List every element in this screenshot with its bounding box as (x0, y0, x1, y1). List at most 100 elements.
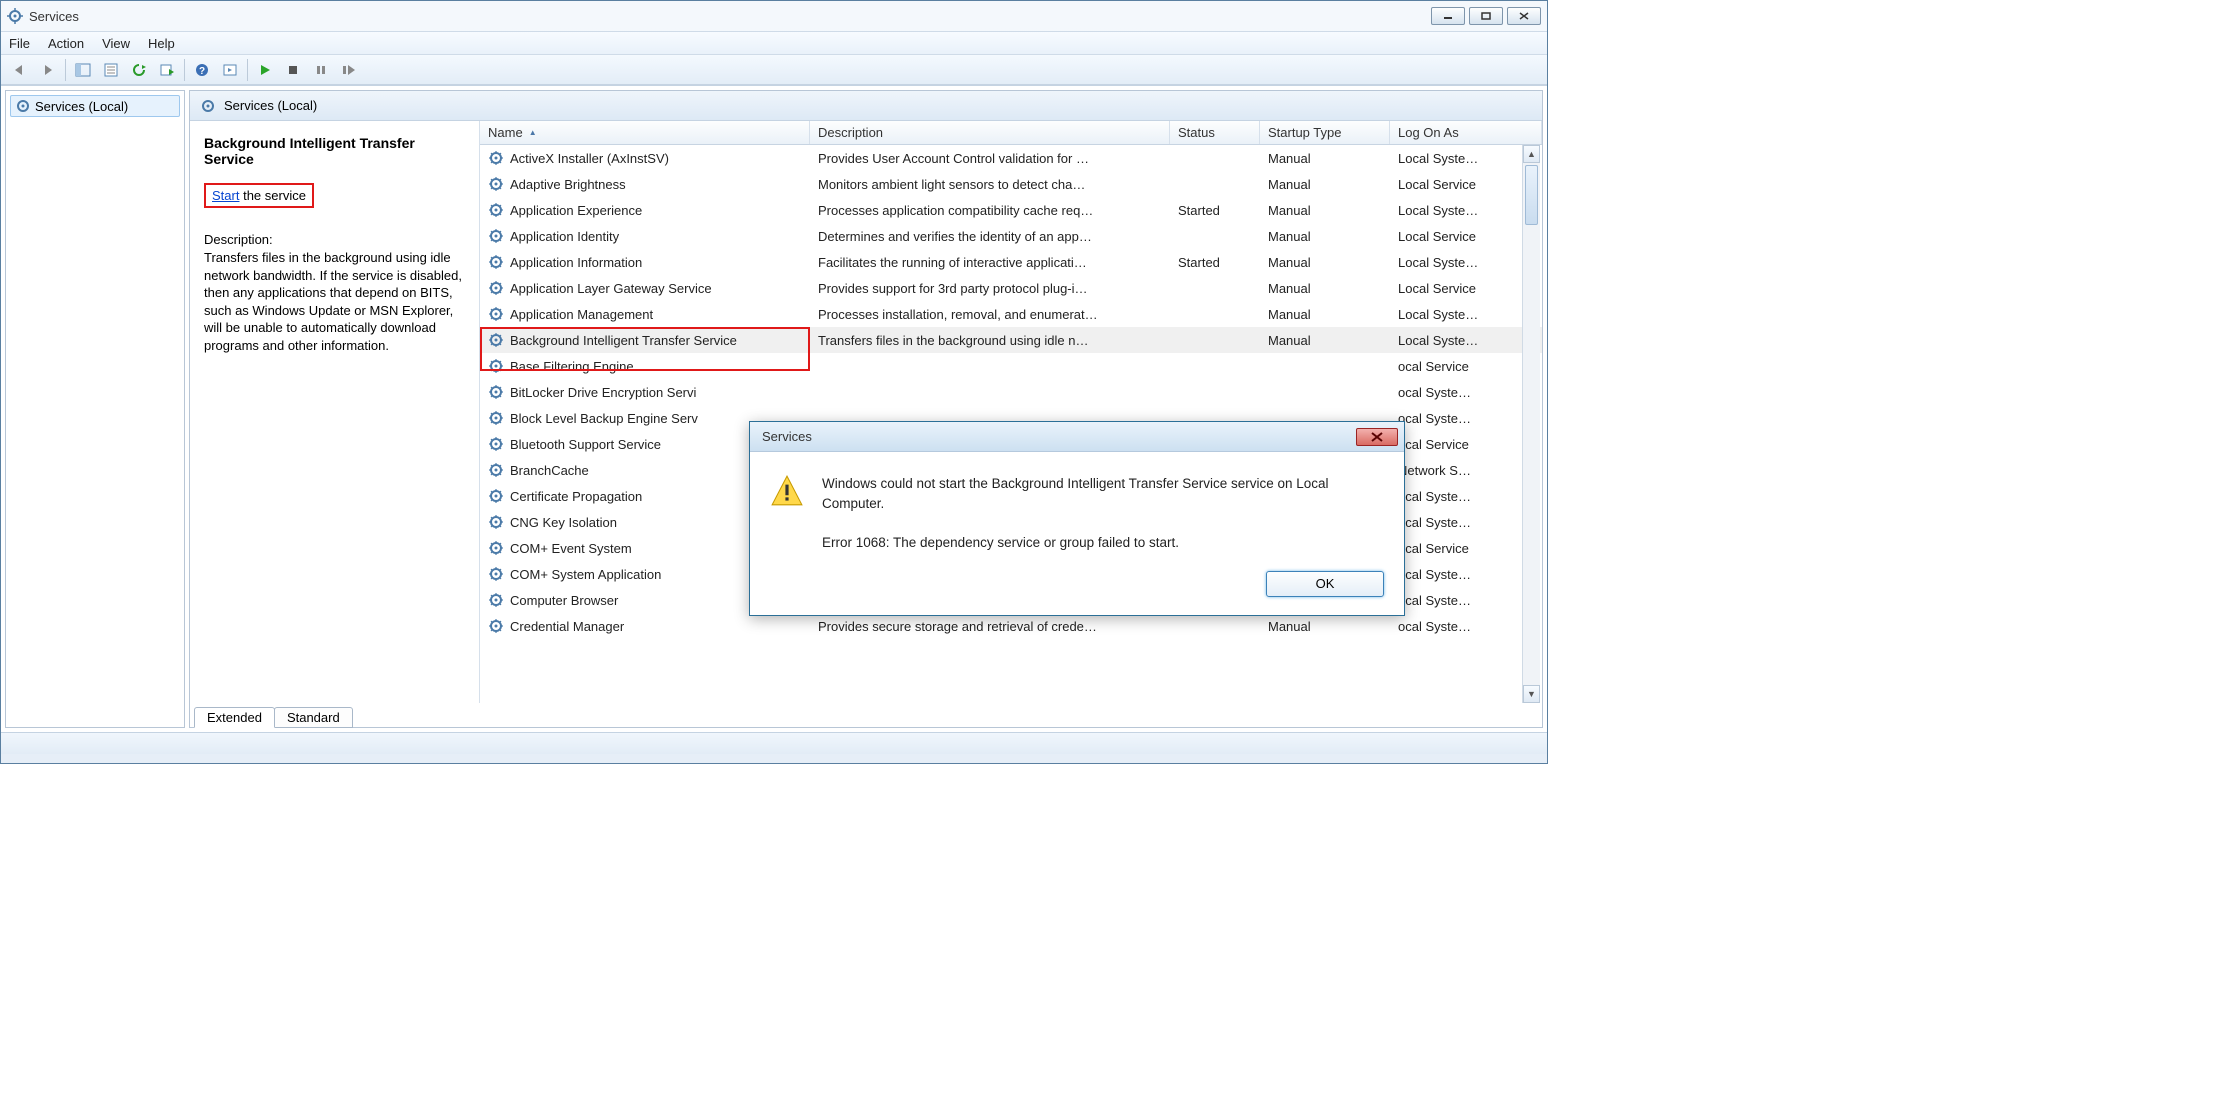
gear-icon (488, 384, 504, 400)
properties-button[interactable] (98, 58, 124, 82)
col-description[interactable]: Description (810, 121, 1170, 144)
service-row[interactable]: Credential ManagerProvides secure storag… (480, 613, 1542, 639)
dialog-message: Windows could not start the Background I… (822, 474, 1384, 553)
sort-asc-icon: ▲ (529, 128, 537, 137)
service-row[interactable]: BitLocker Drive Encryption Serviocal Sys… (480, 379, 1542, 405)
menu-action[interactable]: Action (48, 36, 84, 51)
gear-icon (488, 228, 504, 244)
toolbar: ? (1, 55, 1547, 85)
service-logon: Network S… (1390, 463, 1542, 478)
service-row[interactable]: ActiveX Installer (AxInstSV)Provides Use… (480, 145, 1542, 171)
menu-view[interactable]: View (102, 36, 130, 51)
service-desc: Provides secure storage and retrieval of… (810, 619, 1170, 634)
start-service-link[interactable]: Start (212, 188, 239, 203)
service-row[interactable]: Application InformationFacilitates the r… (480, 249, 1542, 275)
scroll-up-button[interactable]: ▲ (1523, 145, 1540, 163)
restart-service-button[interactable] (336, 58, 362, 82)
service-name: Base Filtering Engine (510, 359, 634, 374)
nav-forward-button[interactable] (35, 58, 61, 82)
content-area: Services (Local) Services (Local) Backgr… (1, 85, 1547, 732)
col-startup[interactable]: Startup Type (1260, 121, 1390, 144)
service-desc: Provides User Account Control validation… (810, 151, 1170, 166)
action-button[interactable] (217, 58, 243, 82)
service-logon: Local Syste… (1390, 255, 1542, 270)
gear-icon (488, 488, 504, 504)
col-status[interactable]: Status (1170, 121, 1260, 144)
service-name: Adaptive Brightness (510, 177, 626, 192)
service-row[interactable]: Application ExperienceProcesses applicat… (480, 197, 1542, 223)
service-desc: Monitors ambient light sensors to detect… (810, 177, 1170, 192)
close-button[interactable] (1507, 7, 1541, 25)
service-startup: Manual (1260, 177, 1390, 192)
export-list-button[interactable] (154, 58, 180, 82)
service-logon: ocal Service (1390, 359, 1542, 374)
col-logon[interactable]: Log On As (1390, 121, 1542, 144)
tab-standard[interactable]: Standard (274, 707, 353, 728)
ok-button[interactable]: OK (1266, 571, 1384, 597)
dialog-close-button[interactable] (1356, 428, 1398, 446)
service-row[interactable]: Background Intelligent Transfer ServiceT… (480, 327, 1542, 353)
service-startup: Manual (1260, 229, 1390, 244)
col-name[interactable]: Name▲ (480, 121, 810, 144)
maximize-button[interactable] (1469, 7, 1503, 25)
service-startup: Manual (1260, 333, 1390, 348)
show-hide-tree-button[interactable] (70, 58, 96, 82)
dialog-titlebar[interactable]: Services (750, 422, 1404, 452)
help-button[interactable]: ? (189, 58, 215, 82)
service-row[interactable]: Application IdentityDetermines and verif… (480, 223, 1542, 249)
gear-icon (488, 176, 504, 192)
service-name: COM+ Event System (510, 541, 632, 556)
service-logon: ocal Syste… (1390, 411, 1542, 426)
description-text: Transfers files in the background using … (204, 249, 465, 354)
gear-icon (488, 592, 504, 608)
start-service-button[interactable] (252, 58, 278, 82)
service-row[interactable]: Application Layer Gateway ServiceProvide… (480, 275, 1542, 301)
scroll-down-button[interactable]: ▼ (1523, 685, 1540, 703)
service-startup: Manual (1260, 255, 1390, 270)
scroll-thumb[interactable] (1525, 165, 1538, 225)
tab-extended[interactable]: Extended (194, 707, 275, 728)
minimize-button[interactable] (1431, 7, 1465, 25)
service-logon: ocal Syste… (1390, 619, 1542, 634)
service-row[interactable]: Application ManagementProcesses installa… (480, 301, 1542, 327)
service-logon: ocal Syste… (1390, 515, 1542, 530)
service-row[interactable]: Adaptive Brightness Monitors ambient ligh… (480, 171, 1542, 197)
service-row[interactable]: Base Filtering Engine ocal Service (480, 353, 1542, 379)
right-header: Services (Local) (190, 91, 1542, 121)
gear-icon (488, 254, 504, 270)
window-title: Services (29, 9, 1431, 24)
service-status: Started (1170, 255, 1260, 270)
menu-help[interactable]: Help (148, 36, 175, 51)
menu-file[interactable]: File (9, 36, 30, 51)
gear-icon (488, 618, 504, 634)
console-tree[interactable]: Services (Local) (5, 90, 185, 728)
service-logon: Local Syste… (1390, 307, 1542, 322)
service-logon: ocal Syste… (1390, 593, 1542, 608)
stop-service-button[interactable] (280, 58, 306, 82)
service-name: Computer Browser (510, 593, 618, 608)
gear-icon (200, 98, 216, 114)
service-startup: Manual (1260, 619, 1390, 634)
list-header: Name▲ Description Status Startup Type Lo… (480, 121, 1542, 145)
nav-back-button[interactable] (7, 58, 33, 82)
tree-root-item[interactable]: Services (Local) (10, 95, 180, 117)
services-window: Services File Action View Help ? (0, 0, 1548, 764)
service-name: Application Identity (510, 229, 619, 244)
vertical-scrollbar[interactable]: ▲ ▼ (1522, 145, 1540, 703)
dialog-line1: Windows could not start the Background I… (822, 474, 1384, 515)
service-logon: Local Service (1390, 281, 1542, 296)
gear-icon (488, 306, 504, 322)
service-logon: Local Service (1390, 177, 1542, 192)
description-label: Description: (204, 232, 465, 247)
service-name: CNG Key Isolation (510, 515, 617, 530)
refresh-button[interactable] (126, 58, 152, 82)
service-name: Application Management (510, 307, 653, 322)
titlebar[interactable]: Services (1, 1, 1547, 31)
gear-icon (488, 280, 504, 296)
pause-service-button[interactable] (308, 58, 334, 82)
warning-icon (770, 474, 804, 508)
error-dialog: Services Windows could not start the Bac… (749, 421, 1405, 616)
start-suffix: the service (239, 188, 305, 203)
service-startup: Manual (1260, 281, 1390, 296)
gear-icon (488, 514, 504, 530)
